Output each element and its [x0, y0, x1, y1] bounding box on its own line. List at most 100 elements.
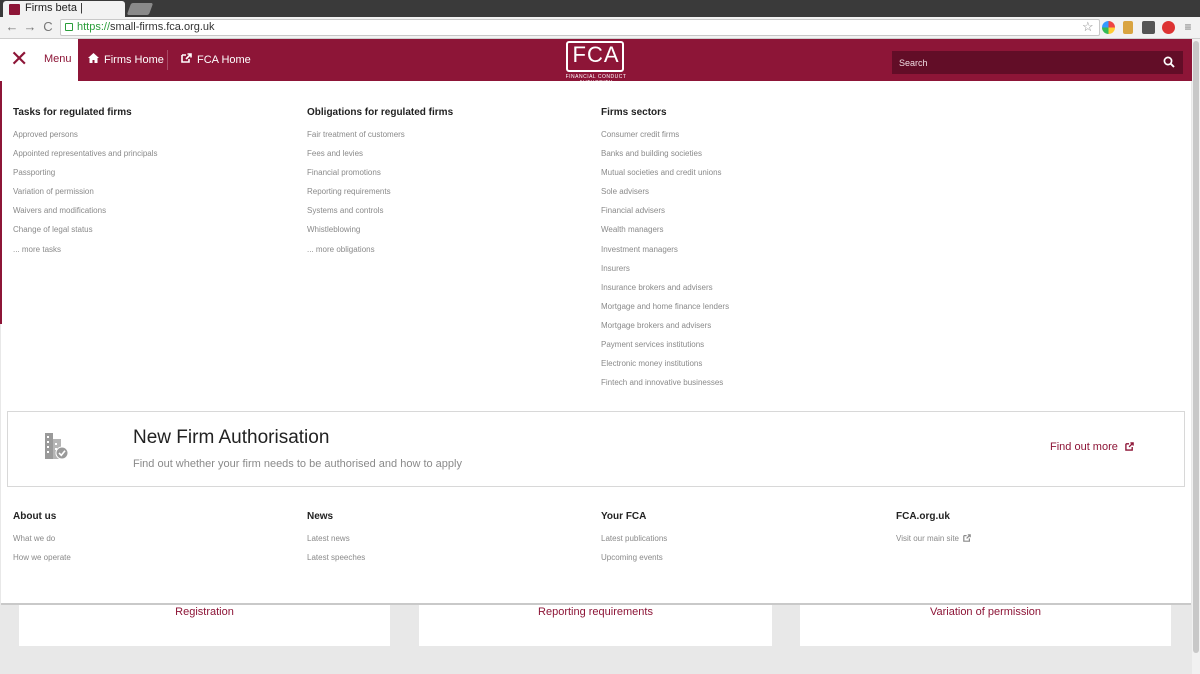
menu-link[interactable]: Insurers: [601, 259, 881, 278]
column-title: Firms sectors: [601, 107, 667, 118]
authorisation-subtitle: Find out whether your firm needs to be a…: [133, 458, 462, 470]
card-registration[interactable]: Registration: [19, 605, 390, 646]
url-host: small-firms.fca.org.uk: [110, 21, 215, 33]
menu-link[interactable]: Insurance brokers and advisers: [601, 278, 881, 297]
menu-edge-accent: [0, 81, 2, 324]
menu-link[interactable]: Passporting: [13, 163, 293, 182]
menu-link[interactable]: Waivers and modifications: [13, 201, 293, 220]
menu-link[interactable]: Upcoming events: [601, 548, 881, 567]
fca-home-label: FCA Home: [197, 54, 251, 66]
menu-link[interactable]: Electronic money institutions: [601, 354, 881, 373]
footer-column-your-fca: Your FCA Latest publications Upcoming ev…: [601, 510, 881, 567]
menu-toggle-button[interactable]: ✕ Menu: [0, 39, 78, 81]
menu-link[interactable]: Consumer credit firms: [601, 125, 881, 144]
more-obligations-link[interactable]: ... more obligations: [307, 240, 587, 259]
extension-flag-icon[interactable]: [1123, 21, 1133, 34]
column-title: FCA.org.uk: [896, 511, 950, 522]
external-link-icon: [181, 53, 192, 63]
footer-column-news: News Latest news Latest speeches: [307, 510, 587, 567]
menu-link[interactable]: Reporting requirements: [307, 182, 587, 201]
menu-column-tasks: Tasks for regulated firms Approved perso…: [13, 106, 293, 259]
footer-column-fca-org: FCA.org.uk Visit our main site: [896, 510, 1176, 548]
menu-link[interactable]: Appointed representatives and principals: [13, 144, 293, 163]
browser-menu-icon[interactable]: ≡: [1180, 19, 1196, 35]
menu-link[interactable]: Fees and levies: [307, 144, 587, 163]
authorisation-title: New Firm Authorisation: [133, 427, 330, 448]
url-scheme: https://: [77, 21, 111, 33]
menu-link[interactable]: Sole advisers: [601, 182, 881, 201]
find-out-more-label: Find out more: [1050, 441, 1118, 453]
scroll-thumb[interactable]: [1193, 41, 1199, 653]
menu-bottom-border: [1, 603, 1191, 605]
menu-link[interactable]: Whistleblowing: [307, 220, 587, 239]
menu-link[interactable]: Financial promotions: [307, 163, 587, 182]
menu-link[interactable]: Financial advisers: [601, 201, 881, 220]
card-variation-of-permission[interactable]: Variation of permission: [800, 605, 1171, 646]
menu-column-sectors: Firms sectors Consumer credit firms Bank…: [601, 106, 881, 392]
menu-link[interactable]: What we do: [13, 529, 293, 548]
card-label: Variation of permission: [929, 606, 1042, 618]
column-title: Tasks for regulated firms: [13, 107, 132, 118]
search-box: [892, 51, 1183, 74]
menu-link[interactable]: Mortgage brokers and advisers: [601, 316, 881, 335]
browser-tab[interactable]: Firms beta |: [3, 1, 125, 17]
menu-link[interactable]: Systems and controls: [307, 201, 587, 220]
menu-link[interactable]: Approved persons: [13, 125, 293, 144]
new-firm-authorisation-card: New Firm Authorisation Find out whether …: [7, 411, 1185, 487]
column-title: News: [307, 511, 334, 522]
extension-color-icon[interactable]: [1102, 21, 1115, 34]
menu-link[interactable]: Mortgage and home finance lenders: [601, 297, 881, 316]
fca-logo[interactable]: FCA FINANCIAL CONDUCT AUTHORITY: [555, 40, 637, 86]
favicon-icon: [9, 4, 20, 15]
menu-link[interactable]: How we operate: [13, 548, 293, 567]
site-header: ✕ Menu Firms Home FCA Home FCA FINANCIAL…: [0, 39, 1192, 86]
building-check-icon: [45, 433, 69, 460]
card-label: Reporting requirements: [538, 606, 653, 618]
menu-link[interactable]: Change of legal status: [13, 220, 293, 239]
menu-column-obligations: Obligations for regulated firms Fair tre…: [307, 106, 587, 259]
extension-red-icon[interactable]: [1162, 21, 1175, 34]
menu-link[interactable]: Wealth managers: [601, 220, 881, 239]
menu-link[interactable]: Mutual societies and credit unions: [601, 163, 881, 182]
menu-link[interactable]: Variation of permission: [13, 182, 293, 201]
firms-home-label: Firms Home: [104, 54, 164, 66]
close-icon: ✕: [10, 46, 29, 71]
menu-link[interactable]: Investment managers: [601, 240, 881, 259]
new-tab-button[interactable]: [126, 3, 154, 15]
more-tasks-link[interactable]: ... more tasks: [13, 240, 293, 259]
bookmark-star-icon[interactable]: ☆: [1082, 19, 1094, 35]
visit-main-site-link[interactable]: Visit our main site: [896, 529, 1176, 548]
extension-dark-icon[interactable]: [1142, 21, 1155, 34]
menu-link[interactable]: Fair treatment of customers: [307, 125, 587, 144]
menu-link[interactable]: Fintech and innovative businesses: [601, 373, 881, 392]
find-out-more-link[interactable]: Find out more: [1050, 441, 1134, 453]
card-reporting-requirements[interactable]: Reporting requirements: [419, 605, 772, 646]
search-input[interactable]: [892, 51, 1152, 74]
menu-link-label: Visit our main site: [896, 534, 959, 543]
address-bar[interactable]: https://small-firms.fca.org.uk: [60, 19, 1100, 36]
forward-icon[interactable]: →: [22, 19, 38, 35]
menu-link[interactable]: Latest publications: [601, 529, 881, 548]
browser-toolbar: ← → C https://small-firms.fca.org.uk ☆ ≡: [0, 17, 1200, 39]
menu-link[interactable]: Payment services institutions: [601, 335, 881, 354]
lock-icon: [65, 23, 73, 31]
home-icon: [88, 53, 99, 63]
menu-link[interactable]: Latest speeches: [307, 548, 587, 567]
footer-column-about: About us What we do How we operate: [13, 510, 293, 567]
external-link-icon: [963, 534, 972, 542]
menu-link[interactable]: Banks and building societies: [601, 144, 881, 163]
browser-tab-bar: Firms beta |: [0, 0, 1200, 17]
firms-home-link[interactable]: Firms Home: [88, 53, 164, 66]
column-title: Your FCA: [601, 511, 647, 522]
external-link-icon: [1125, 442, 1134, 451]
card-label: Registration: [175, 606, 234, 618]
page-scrollbar[interactable]: [1192, 39, 1200, 674]
column-title: Obligations for regulated firms: [307, 107, 454, 118]
tab-title: Firms beta |: [25, 2, 83, 14]
logo-text: FCA: [572, 42, 620, 67]
reload-icon[interactable]: C: [40, 19, 56, 35]
back-icon[interactable]: ←: [4, 19, 20, 35]
menu-link[interactable]: Latest news: [307, 529, 587, 548]
search-icon[interactable]: [1163, 56, 1175, 68]
fca-home-link[interactable]: FCA Home: [181, 53, 251, 66]
